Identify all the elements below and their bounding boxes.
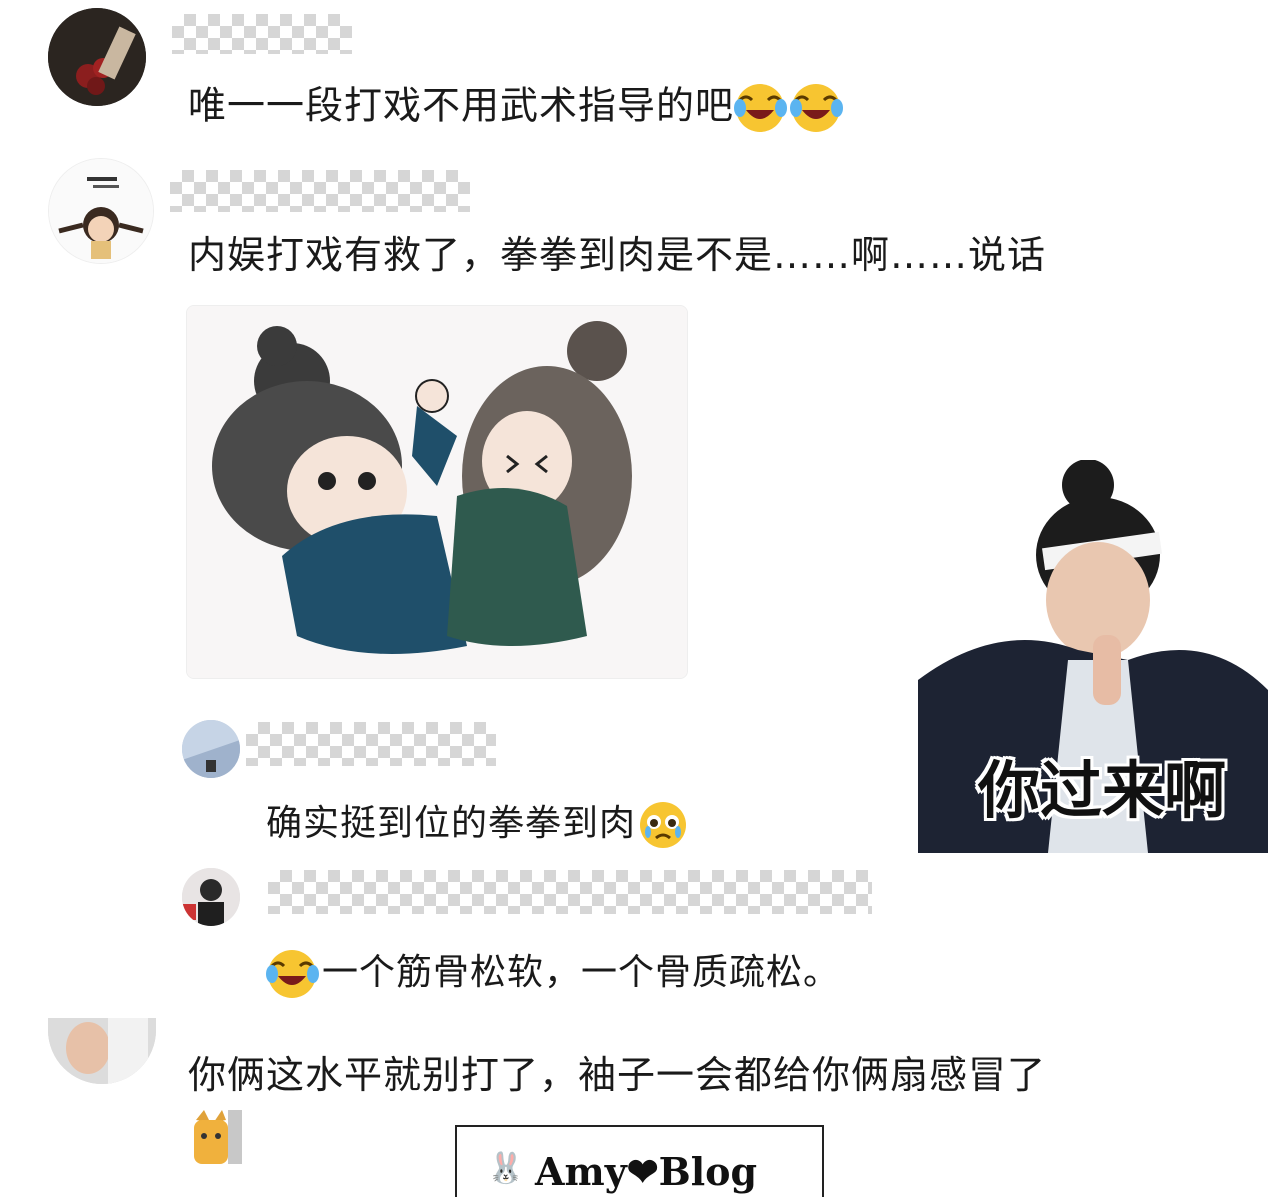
laughing-crying-emoji-icon <box>790 84 844 132</box>
avatar-image <box>182 720 240 778</box>
teary-eyed-emoji-icon <box>640 802 687 848</box>
laughing-crying-emoji-icon <box>734 84 788 132</box>
sticker-caption: 你过来啊 <box>978 754 1227 827</box>
cartoon-girl-icon <box>49 159 153 263</box>
comment-text: 你俩这水平就别打了，袖子一会都给你俩扇感冒了 <box>188 1053 1047 1097</box>
avatar[interactable] <box>182 868 240 926</box>
avatar[interactable] <box>182 720 240 778</box>
avatar[interactable] <box>48 158 154 264</box>
avatar[interactable] <box>48 1018 156 1084</box>
comment-text: 唯一一段打戏不用武术指导的吧 <box>188 82 846 134</box>
reply-text: 确实挺到位的拳拳到肉 <box>266 800 690 850</box>
watermark-text: Amy❤Blog <box>535 1149 758 1194</box>
username-redacted <box>246 722 496 766</box>
comment-text: 内娱打戏有救了，拳拳到肉是不是……啊……说话 <box>188 233 1047 277</box>
cartoon-fight-illustration <box>187 306 687 678</box>
avatar-image <box>182 868 240 926</box>
reply-text: 一个筋骨松软，一个骨质疏松。 <box>266 948 840 1000</box>
username-redacted <box>172 14 352 54</box>
meme-sticker-image[interactable]: 你过来啊 <box>918 460 1268 853</box>
rabbit-icon: 🐰 <box>487 1151 525 1186</box>
avatar[interactable] <box>48 8 146 106</box>
avatar-image <box>48 1018 156 1084</box>
comment-image[interactable] <box>186 305 688 679</box>
laughing-crying-emoji-icon <box>266 950 319 998</box>
flower-bouquet-icon <box>48 8 146 106</box>
cat-emoji-icon <box>192 1110 242 1164</box>
username-redacted <box>268 870 872 914</box>
username-redacted <box>170 170 470 212</box>
watermark-box: 🐰 Amy❤Blog <box>455 1125 824 1197</box>
